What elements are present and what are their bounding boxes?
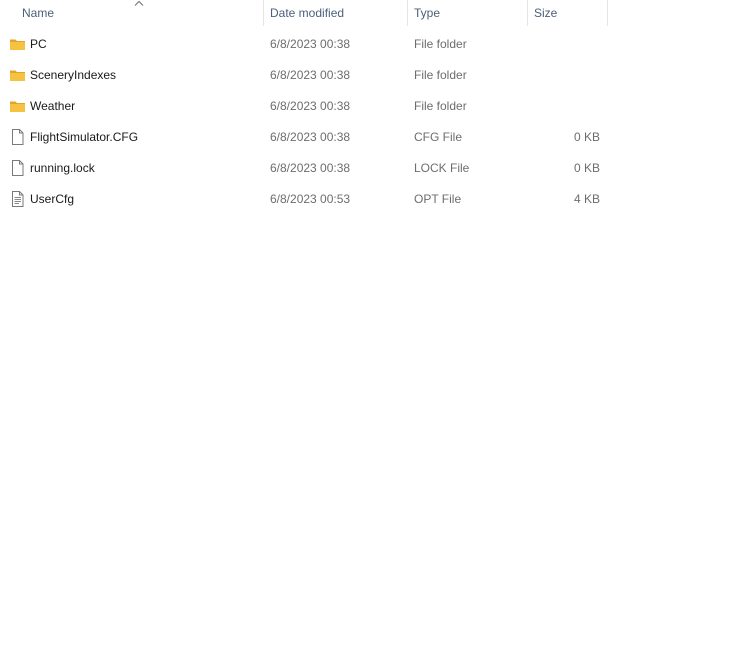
file-name: PC [30,37,47,51]
file-name: running.lock [30,161,95,175]
file-row[interactable]: FlightSimulator.CFG 6/8/2023 00:38 CFG F… [0,122,610,153]
column-header-bar: Name Date modified Type Size [0,0,729,28]
file-date-modified: 6/8/2023 00:38 [270,37,351,51]
file-type: File folder [414,68,467,82]
column-header-type[interactable]: Type [408,0,527,26]
column-header-size-label: Size [534,6,558,20]
column-header-name-label: Name [22,6,55,20]
file-type: File folder [414,37,467,51]
file-date-modified: 6/8/2023 00:38 [270,130,351,144]
file-date-modified: 6/8/2023 00:38 [270,161,351,175]
file-size [534,29,600,60]
file-type: LOCK File [414,161,470,175]
file-name: UserCfg [30,192,75,206]
column-divider[interactable] [607,0,608,26]
file-type: OPT File [414,192,462,206]
folder-icon [10,39,25,50]
folder-icon [10,101,25,112]
file-row[interactable]: SceneryIndexes 6/8/2023 00:38 File folde… [0,60,610,91]
file-type: CFG File [414,130,462,144]
column-header-date-modified[interactable]: Date modified [264,0,407,26]
file-row[interactable]: PC 6/8/2023 00:38 File folder [0,29,610,60]
file-row[interactable]: running.lock 6/8/2023 00:38 LOCK File 0 … [0,153,610,184]
file-icon [12,160,24,176]
column-header-type-label: Type [414,6,441,20]
file-name: SceneryIndexes [30,68,117,82]
file-size [534,60,600,91]
file-size: 0 KB [573,161,600,175]
file-name: FlightSimulator.CFG [30,130,139,144]
file-row[interactable]: UserCfg 6/8/2023 00:53 OPT File 4 KB [0,184,610,215]
text-file-icon [12,191,24,207]
file-size [534,91,600,122]
file-date-modified: 6/8/2023 00:38 [270,99,351,113]
chevron-up-icon [134,0,144,6]
file-date-modified: 6/8/2023 00:38 [270,68,351,82]
folder-icon [10,70,25,81]
file-size: 4 KB [573,192,600,206]
file-name: Weather [30,99,76,113]
file-row[interactable]: Weather 6/8/2023 00:38 File folder [0,91,610,122]
file-size: 0 KB [573,130,600,144]
file-date-modified: 6/8/2023 00:53 [270,192,351,206]
column-header-size[interactable]: Size [528,0,607,26]
file-icon [12,129,24,145]
column-header-name[interactable]: Name [0,0,263,26]
column-header-date-label: Date modified [270,6,345,20]
file-type: File folder [414,99,467,113]
